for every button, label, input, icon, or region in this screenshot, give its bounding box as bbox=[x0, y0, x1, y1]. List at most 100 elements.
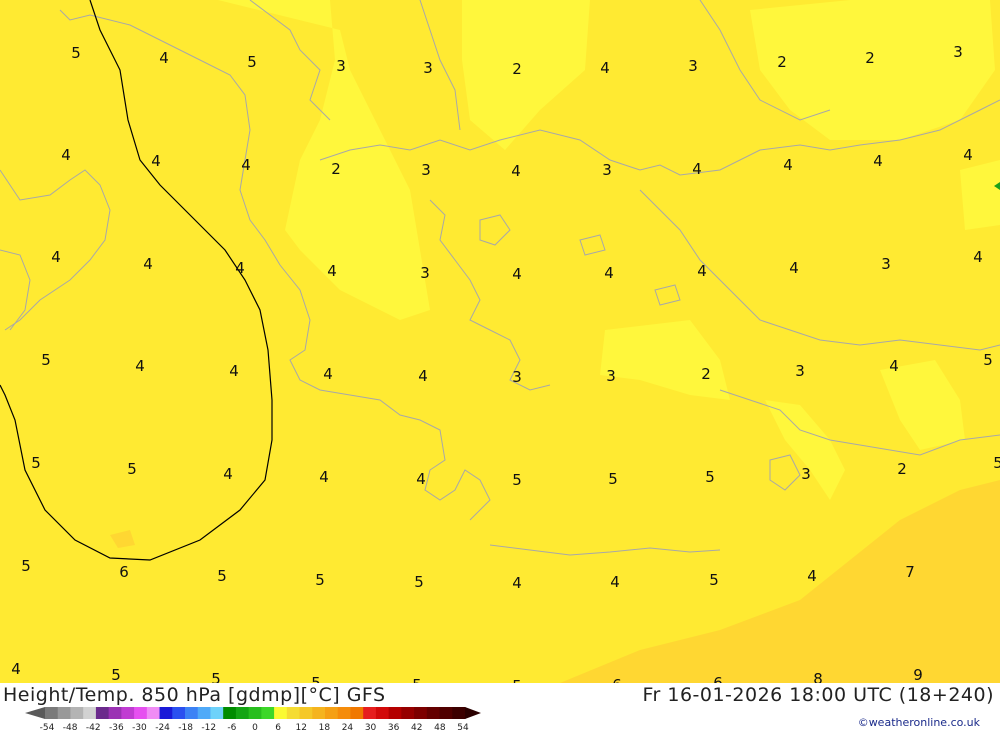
scale-tick-label: -36 bbox=[108, 723, 124, 733]
scale-tick-label: 54 bbox=[457, 723, 469, 733]
temperature-label: 9 bbox=[913, 666, 923, 683]
scale-tick-label: 48 bbox=[434, 723, 446, 733]
temperature-label: 5 bbox=[315, 571, 325, 589]
temperature-label: 3 bbox=[688, 57, 698, 75]
temperature-label: 4 bbox=[697, 262, 707, 280]
scale-swatch bbox=[134, 707, 148, 719]
scale-swatch bbox=[146, 707, 161, 719]
temperature-label: 4 bbox=[873, 152, 883, 170]
temperature-label: 3 bbox=[801, 465, 811, 483]
scale-swatch bbox=[286, 707, 301, 719]
scale-swatch bbox=[426, 707, 441, 719]
temperature-label: 2 bbox=[865, 49, 875, 67]
scale-swatch bbox=[121, 707, 135, 719]
temperature-label: 4 bbox=[327, 262, 337, 280]
temperature-label: 5 bbox=[709, 571, 719, 589]
scale-swatch bbox=[95, 707, 110, 719]
temperature-label: 4 bbox=[61, 146, 71, 164]
temperature-label: 4 bbox=[223, 465, 233, 483]
temperature-label: 4 bbox=[241, 156, 251, 174]
scale-swatch bbox=[401, 707, 415, 719]
temperature-label: 4 bbox=[235, 259, 245, 277]
temperature-label: 5 bbox=[993, 454, 1000, 472]
temperature-label: 5 bbox=[705, 468, 715, 486]
scale-tick-label: 18 bbox=[318, 723, 331, 733]
scale-swatch bbox=[261, 707, 275, 719]
temperature-label: 7 bbox=[905, 563, 915, 581]
scale-tick-label: -42 bbox=[85, 723, 101, 733]
temperature-label: 4 bbox=[319, 468, 329, 486]
temperature-label: 5 bbox=[311, 674, 321, 683]
scale-swatch bbox=[197, 707, 211, 719]
temperature-label: 5 bbox=[71, 44, 81, 62]
temperature-label: 6 bbox=[713, 674, 723, 683]
scale-swatch bbox=[337, 707, 351, 719]
scale-swatch bbox=[108, 707, 122, 719]
scale-swatch bbox=[414, 707, 428, 719]
temperature-label: 5 bbox=[217, 567, 227, 585]
scale-tick-label: 12 bbox=[295, 723, 307, 733]
temperature-label: 3 bbox=[420, 264, 430, 282]
scale-swatch bbox=[363, 707, 377, 719]
scale-max-arrow bbox=[465, 707, 481, 719]
temperature-label: 4 bbox=[416, 470, 426, 488]
temperature-label: 4 bbox=[229, 362, 239, 380]
temperature-label: 4 bbox=[610, 573, 620, 591]
temperature-label: 4 bbox=[807, 567, 817, 585]
scale-tick-label: -24 bbox=[155, 723, 170, 733]
temperature-label: 4 bbox=[11, 660, 21, 678]
light-zone-edge bbox=[960, 160, 1000, 230]
scale-swatch bbox=[248, 707, 262, 719]
temperature-label: 4 bbox=[600, 59, 610, 77]
credit-link[interactable]: ©weatheronline.co.uk bbox=[858, 716, 980, 729]
temperature-label: 4 bbox=[323, 365, 333, 383]
temperature-label: 3 bbox=[602, 161, 612, 179]
scale-swatch bbox=[375, 707, 390, 719]
scale-swatch bbox=[388, 707, 402, 719]
temperature-label: 4 bbox=[789, 259, 799, 277]
temperature-label: 5 bbox=[127, 460, 137, 478]
temperature-label: 4 bbox=[604, 264, 614, 282]
temperature-label: 5 bbox=[247, 53, 257, 71]
map-title: Height/Temp. 850 hPa [gdmp][°C] GFS bbox=[3, 684, 386, 706]
scale-tick-label: 42 bbox=[411, 723, 423, 733]
temperature-label: 5 bbox=[983, 351, 993, 369]
temperature-label: 8 bbox=[813, 670, 823, 683]
temperature-label: 4 bbox=[159, 49, 169, 67]
scale-swatch bbox=[57, 707, 71, 719]
scale-tick-label: 36 bbox=[387, 723, 400, 733]
temperature-label: 3 bbox=[606, 367, 616, 385]
scale-tick-label: -12 bbox=[201, 723, 217, 733]
temperature-label: 5 bbox=[412, 676, 422, 683]
temperature-label: 2 bbox=[331, 160, 341, 178]
temperature-label: 4 bbox=[512, 265, 522, 283]
scale-swatch bbox=[45, 707, 59, 719]
scale-tick-label: 0 bbox=[252, 723, 258, 733]
temperature-label: 4 bbox=[973, 248, 983, 266]
scale-tick-label: -6 bbox=[227, 723, 237, 733]
temperature-label: 5 bbox=[211, 670, 221, 683]
map-footer: Height/Temp. 850 hPa [gdmp][°C] GFS Fr 1… bbox=[0, 683, 1000, 733]
scale-swatch bbox=[325, 707, 339, 719]
scale-tick-label: -54 bbox=[39, 723, 55, 733]
scale-swatch bbox=[210, 707, 224, 719]
temperature-label: 4 bbox=[963, 146, 973, 164]
temperature-label: 4 bbox=[51, 248, 61, 266]
weather-map: 5 4 5 3 3 2 4 3 2 2 3 4 4 4 2 3 4 3 4 4 4 4 4 4 4 4 3 4 4 4 4 3 4 5 4 4 4 4 3 3… bbox=[0, 0, 1000, 683]
temperature-label: 5 bbox=[608, 470, 618, 488]
temperature-label: 4 bbox=[512, 574, 522, 592]
temperature-label: 4 bbox=[783, 156, 793, 174]
temperature-label: 5 bbox=[512, 471, 522, 489]
scale-swatch bbox=[439, 707, 453, 719]
scale-swatch bbox=[274, 707, 288, 719]
temperature-label: 4 bbox=[143, 255, 153, 273]
temperature-label: 5 bbox=[111, 666, 121, 683]
scale-tick-label: 24 bbox=[341, 723, 354, 733]
temperature-label: 5 bbox=[31, 454, 41, 472]
scale-tick-label: 6 bbox=[275, 723, 281, 733]
scale-swatch bbox=[223, 707, 237, 719]
temperature-label: 6 bbox=[119, 563, 129, 581]
temperature-label: 2 bbox=[897, 460, 907, 478]
temperature-label: 6 bbox=[612, 676, 622, 683]
temperature-label: 5 bbox=[41, 351, 51, 369]
